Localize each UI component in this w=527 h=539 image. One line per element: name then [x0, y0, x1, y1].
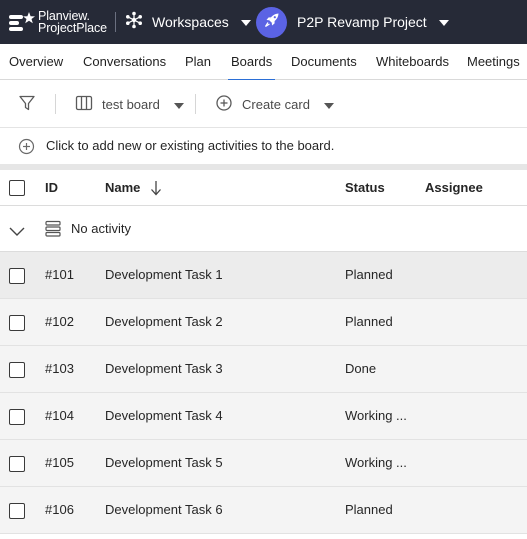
row-id: #102	[45, 314, 74, 329]
board-select[interactable]: test board	[75, 80, 184, 128]
tab-meetings[interactable]: Meetings	[467, 44, 520, 80]
plus-circle-icon	[215, 94, 233, 115]
stack-icon	[44, 220, 62, 243]
group-label: No activity	[71, 221, 131, 236]
logo-line-2: ProjectPlace	[38, 21, 107, 35]
chevron-down-icon	[240, 13, 251, 31]
row-checkbox[interactable]	[9, 362, 25, 378]
row-name[interactable]: Development Task 4	[105, 393, 223, 439]
board-select-label: test board	[102, 96, 160, 112]
add-activities-text: Click to add new or existing activities …	[46, 138, 335, 153]
filter-button[interactable]	[18, 80, 36, 128]
row-id: #106	[45, 502, 74, 517]
board-toolbar: test board Create card	[0, 80, 527, 128]
chevron-down-icon	[323, 97, 334, 112]
workspaces-menu-button[interactable]: Workspaces	[125, 0, 251, 44]
table-row[interactable]: #106 Development Task 6 Planned	[0, 487, 527, 534]
row-checkbox[interactable]	[9, 409, 25, 425]
row-checkbox[interactable]	[9, 268, 25, 284]
project-menu-button[interactable]: P2P Revamp Project	[256, 0, 449, 44]
tab-whiteboards[interactable]: Whiteboards	[376, 44, 449, 80]
row-id: #103	[45, 361, 74, 376]
select-all-checkbox[interactable]	[9, 180, 25, 196]
tab-boards[interactable]: Boards	[227, 44, 276, 81]
toolbar-divider	[55, 94, 56, 114]
table-row[interactable]: #102 Development Task 2 Planned	[0, 299, 527, 346]
filter-icon	[18, 94, 36, 115]
row-checkbox[interactable]	[9, 456, 25, 472]
table-row[interactable]: #105 Development Task 5 Working ...	[0, 440, 527, 487]
project-avatar	[256, 6, 287, 38]
row-status[interactable]: Planned	[345, 252, 393, 298]
logo-wordmark: Planview. ProjectPlace	[38, 10, 107, 35]
table-row[interactable]: #103 Development Task 3 Done	[0, 346, 527, 393]
tab-plan[interactable]: Plan	[185, 44, 211, 80]
row-id: #104	[45, 408, 74, 423]
chevron-down-icon[interactable]	[9, 224, 25, 242]
row-id: #101	[45, 267, 74, 282]
header-divider	[115, 12, 116, 32]
arrow-down-icon[interactable]	[150, 180, 162, 199]
row-name[interactable]: Development Task 1	[105, 252, 223, 298]
row-status[interactable]: Planned	[345, 487, 393, 533]
rocket-icon	[263, 11, 281, 34]
workspaces-network-icon	[125, 11, 143, 34]
row-status[interactable]: Done	[345, 346, 376, 392]
column-header-id[interactable]: ID	[45, 170, 58, 206]
chevron-down-icon	[438, 13, 449, 31]
row-checkbox[interactable]	[9, 315, 25, 331]
tab-documents[interactable]: Documents	[291, 44, 357, 80]
row-name[interactable]: Development Task 5	[105, 440, 223, 486]
column-header-assignee[interactable]: Assignee	[425, 170, 483, 206]
planview-logo[interactable]: Planview. ProjectPlace	[8, 8, 114, 36]
tab-conversations[interactable]: Conversations	[83, 44, 166, 80]
column-header-name[interactable]: Name	[105, 170, 140, 206]
row-id: #105	[45, 455, 74, 470]
row-name[interactable]: Development Task 6	[105, 487, 223, 533]
row-status[interactable]: Working ...	[345, 393, 407, 439]
column-header-status[interactable]: Status	[345, 170, 385, 206]
table-header: ID Name Status Assignee	[0, 170, 527, 206]
table-row[interactable]: #101 Development Task 1 Planned	[0, 252, 527, 299]
chevron-down-icon	[173, 97, 184, 112]
row-status[interactable]: Planned	[345, 299, 393, 345]
row-checkbox[interactable]	[9, 503, 25, 519]
create-card-label: Create card	[242, 96, 310, 112]
tab-overview[interactable]: Overview	[9, 44, 63, 80]
board-columns-icon	[75, 94, 93, 115]
group-row-no-activity[interactable]: No activity	[0, 206, 527, 252]
row-name[interactable]: Development Task 3	[105, 346, 223, 392]
top-app-bar: Planview. ProjectPlace Workspaces P2P Re…	[0, 0, 527, 44]
table-row[interactable]: #104 Development Task 4 Working ...	[0, 393, 527, 440]
add-activities-row[interactable]: Click to add new or existing activities …	[0, 128, 527, 164]
workspaces-label: Workspaces	[152, 14, 229, 30]
toolbar-divider	[195, 94, 196, 114]
planview-logo-icon	[8, 10, 36, 34]
plus-circle-icon	[18, 138, 35, 160]
row-name[interactable]: Development Task 2	[105, 299, 223, 345]
row-status[interactable]: Working ...	[345, 440, 407, 486]
project-tabs: Overview Conversations Plan Boards Docum…	[0, 44, 527, 81]
create-card-button[interactable]: Create card	[215, 80, 334, 128]
project-name: P2P Revamp Project	[297, 14, 427, 30]
